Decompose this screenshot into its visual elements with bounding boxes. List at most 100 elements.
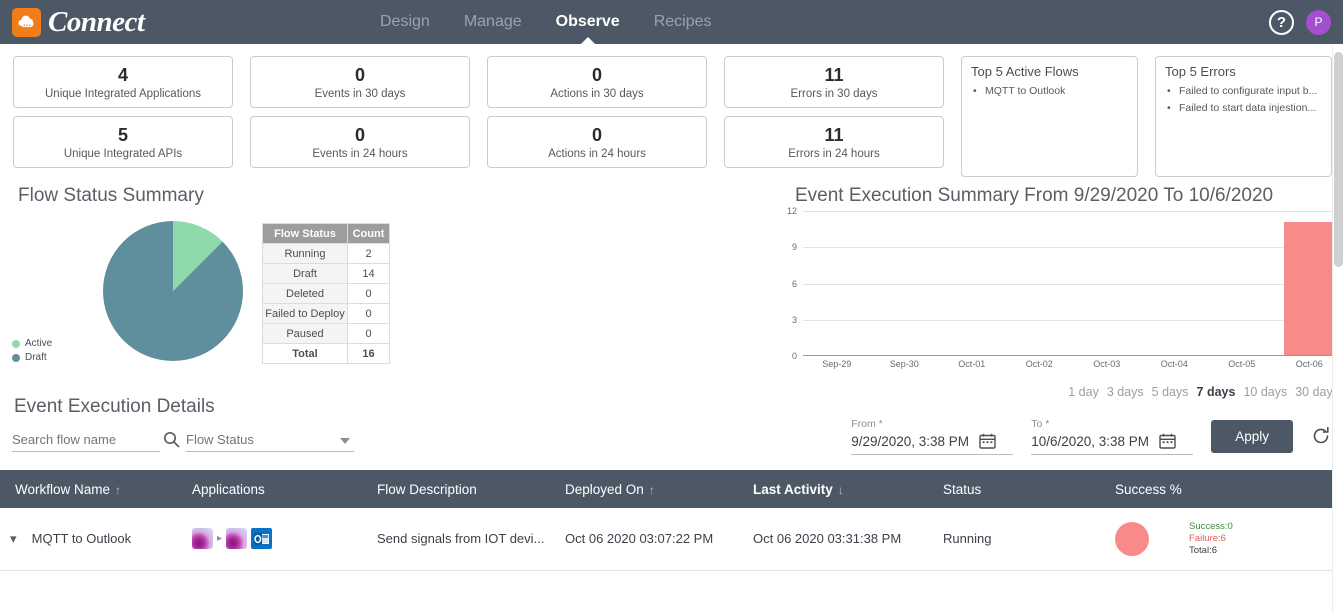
search-input[interactable] [12, 430, 160, 452]
event-execution-table: Workflow Name ↑ Applications Flow Descrip… [0, 470, 1343, 571]
chevron-down-icon[interactable] [340, 438, 350, 444]
sort-descending-icon[interactable]: ↓ [838, 483, 844, 497]
stat-label: Events in 30 days [314, 88, 406, 100]
flow-description-text: Send signals from IOT devi... [377, 531, 545, 547]
cell-applications: ▸ [192, 508, 377, 571]
stat-value: 0 [591, 65, 602, 85]
x-axis-tick: Sep-30 [889, 359, 919, 369]
column-header-deployed-on[interactable]: Deployed On ↑ [565, 470, 753, 508]
to-date-input[interactable] [1031, 432, 1160, 454]
column-label: Status [943, 481, 982, 497]
search-icon[interactable] [160, 428, 182, 450]
flow-status-name: Draft [262, 263, 348, 284]
arrow-right-icon: ▸ [217, 533, 223, 545]
stat-card-actions-24-hours: 0 Actions in 24 hours [487, 116, 707, 168]
cell-success-percent: Success:0 Failure:6 Total:6 [1115, 508, 1343, 571]
to-date-field: To * [1031, 418, 1194, 455]
stat-value: 11 [824, 125, 844, 145]
stat-value: 11 [824, 65, 844, 85]
table-header-row: Flow Status Count [262, 223, 390, 244]
application-icons: ▸ [192, 528, 377, 550]
gridline [803, 211, 1343, 212]
stat-value: 0 [354, 125, 365, 145]
table-row: Deleted 0 [262, 283, 390, 304]
x-axis-tick: Oct-01 [958, 359, 986, 369]
stat-label: Actions in 30 days [550, 88, 644, 100]
stat-label: Events in 24 hours [312, 148, 408, 160]
nav-item-manage[interactable]: Manage [464, 0, 522, 44]
sort-ascending-icon[interactable]: ↑ [649, 483, 655, 497]
refresh-icon[interactable] [1311, 426, 1331, 451]
flow-status-count: 2 [347, 243, 390, 264]
success-stats: Success:0 Failure:6 Total:6 [1189, 521, 1233, 557]
stat-value: 0 [591, 125, 602, 145]
chart-plot-area [803, 211, 1343, 356]
list-item[interactable]: Failed to start data injestion... [1165, 100, 1322, 117]
column-label: Flow Description [377, 481, 477, 497]
brand-logo[interactable]: Connect [0, 6, 145, 39]
from-label: From * [851, 418, 883, 430]
page-scrollbar[interactable] [1332, 44, 1343, 613]
cell-last-activity: Oct 06 2020 03:31:38 PM [753, 508, 943, 571]
date-filter-row: From * To * [851, 418, 1331, 455]
flow-status-summary-title: Flow Status Summary [18, 185, 204, 206]
stat-card-group-events: 0 Events in 30 days 0 Events in 24 hours [250, 56, 470, 177]
column-header-count: Count [347, 223, 390, 244]
column-header-last-activity[interactable]: Last Activity ↓ [753, 470, 943, 508]
event-execution-details-section: Event Execution Details From * [0, 392, 1343, 470]
x-axis-tick: Sep-29 [822, 359, 852, 369]
flow-status-select[interactable] [186, 430, 354, 452]
column-header-applications[interactable]: Applications [192, 470, 377, 508]
pie-legend-item-active: Active [12, 337, 52, 351]
column-header-workflow-name[interactable]: Workflow Name ↑ [0, 470, 192, 508]
apply-button[interactable]: Apply [1211, 420, 1293, 453]
stat-card-events-30-days: 0 Events in 30 days [250, 56, 470, 108]
mqtt-icon [192, 528, 213, 550]
pie-legend: Active Draft [12, 337, 52, 365]
from-date-field: From * [851, 418, 1014, 455]
outlook-icon [251, 528, 273, 550]
avatar[interactable]: P [1306, 9, 1331, 35]
event-execution-details-title: Event Execution Details [14, 396, 215, 417]
column-header-flow-description[interactable]: Flow Description [377, 470, 565, 508]
calendar-icon[interactable] [1159, 433, 1176, 449]
event-execution-bar-chart: 0 3 6 9 12 Sep-29 Sep-30 Oct-01 Oct-02 Oct-03 Oct… [775, 206, 1343, 376]
legend-swatch-icon [12, 340, 20, 348]
stat-value: 4 [117, 65, 128, 85]
stat-label: Errors in 30 days [790, 88, 878, 100]
nav-item-design[interactable]: Design [380, 0, 430, 44]
stat-card-actions-30-days: 0 Actions in 30 days [487, 56, 707, 108]
nav-item-recipes[interactable]: Recipes [654, 0, 712, 44]
stat-card-events-24-hours: 0 Events in 24 hours [250, 116, 470, 168]
flow-status-name: Running [262, 243, 348, 264]
column-header-status[interactable]: Status [943, 470, 1115, 508]
sort-ascending-icon[interactable]: ↑ [115, 483, 121, 497]
chevron-down-icon[interactable]: ▾ [10, 531, 28, 547]
flow-status-name: Deleted [262, 283, 348, 304]
flow-status-total-count: 16 [347, 343, 390, 364]
y-axis-tick: 9 [791, 242, 797, 253]
pie-legend-label: Draft [25, 352, 47, 363]
x-axis-tick: Oct-06 [1295, 359, 1323, 369]
question-mark-icon[interactable]: ? [1269, 9, 1294, 35]
summary-cards-row: 4 Unique Integrated Applications 5 Uniqu… [0, 44, 1343, 177]
column-header-success-percent[interactable]: Success % [1115, 470, 1343, 508]
table-row[interactable]: ▾ MQTT to Outlook ▸ Send signals from IO… [0, 508, 1343, 571]
to-label: To * [1031, 418, 1050, 430]
scrollbar-thumb[interactable] [1334, 52, 1343, 267]
legend-swatch-icon [12, 354, 20, 362]
y-axis-tick: 0 [791, 351, 797, 361]
success-ratio-chart [1115, 521, 1149, 556]
x-axis-tick-labels: Sep-29 Sep-30 Oct-01 Oct-02 Oct-03 Oct-04 Oct-… [803, 359, 1343, 373]
table-row: Paused 0 [262, 323, 390, 344]
list-item[interactable]: Failed to configurate input b... [1165, 83, 1322, 100]
calendar-icon[interactable] [979, 433, 996, 449]
from-date-input[interactable] [851, 432, 980, 454]
cloud-logo-icon [12, 7, 41, 37]
list-item[interactable]: MQTT to Outlook [971, 83, 1128, 100]
y-axis-tick: 6 [791, 278, 797, 289]
nav-item-observe[interactable]: Observe [556, 0, 620, 44]
bar-Oct-06-Failure [1283, 222, 1335, 355]
top-active-flows-list: MQTT to Outlook [971, 83, 1128, 100]
flow-status-select-input[interactable] [186, 430, 354, 452]
